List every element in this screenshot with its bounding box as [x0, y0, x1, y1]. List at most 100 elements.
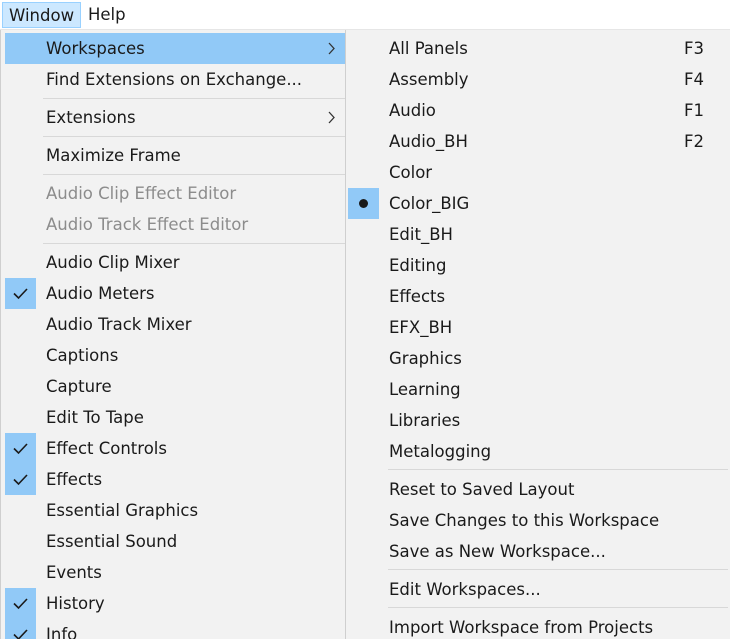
menu-item-essential-graphics[interactable]: Essential Graphics [5, 495, 345, 526]
checkmark-icon [5, 619, 36, 639]
menu-item-label: Color [389, 163, 433, 182]
menu-window[interactable]: Window [2, 2, 82, 28]
menu-item-workspaces[interactable]: Workspaces [5, 33, 345, 64]
menu-item-label: Editing [389, 256, 447, 275]
menu-window-label: Window [9, 6, 75, 25]
workspace-item-learning[interactable]: Learning [348, 374, 728, 405]
menu-item-label: Metalogging [389, 442, 492, 461]
menu-item-label: Captions [46, 346, 119, 365]
menu-item-label: Import Workspace from Projects [389, 618, 654, 637]
shortcut-label: F4 [684, 70, 704, 89]
menu-item-find-extensions[interactable]: Find Extensions on Exchange... [5, 64, 345, 95]
menu-item-label: Audio Track Mixer [46, 315, 192, 334]
menu-item-captions[interactable]: Captions [5, 340, 345, 371]
menu-item-label: Reset to Saved Layout [389, 480, 575, 499]
menu-item-label: Graphics [389, 349, 462, 368]
workspace-item-import-workspace[interactable]: Import Workspace from Projects [348, 612, 728, 639]
menu-bar: Window Help [0, 0, 730, 30]
workspace-item-color-big[interactable]: Color_BIG [348, 188, 728, 219]
menu-item-label: Effects [46, 470, 103, 489]
checkmark-icon [5, 433, 36, 464]
menu-item-label: Learning [389, 380, 461, 399]
workspace-item-edit-workspaces[interactable]: Edit Workspaces... [348, 574, 728, 605]
workspace-item-audio-bh[interactable]: Audio_BH F2 [348, 126, 728, 157]
workspaces-submenu: All Panels F3 Assembly F4 Audio F1 Audio… [346, 30, 730, 639]
menu-item-label: Audio [389, 101, 436, 120]
menu-item-extensions[interactable]: Extensions [5, 102, 345, 133]
menu-separator [388, 607, 728, 608]
menu-item-info[interactable]: Info [5, 619, 345, 639]
menu-separator [388, 569, 728, 570]
menu-item-capture[interactable]: Capture [5, 371, 345, 402]
menu-help[interactable]: Help [82, 2, 132, 28]
menu-item-label: Find Extensions on Exchange... [46, 70, 303, 89]
menu-item-audio-track-effect-editor: Audio Track Effect Editor [5, 209, 345, 240]
menu-item-essential-sound[interactable]: Essential Sound [5, 526, 345, 557]
menu-separator [43, 98, 345, 99]
window-menu: Workspaces Find Extensions on Exchange..… [0, 30, 346, 639]
workspace-item-reset-layout[interactable]: Reset to Saved Layout [348, 474, 728, 505]
menu-separator [43, 174, 345, 175]
workspace-item-edit-bh[interactable]: Edit_BH [348, 219, 728, 250]
submenu-arrow-icon [328, 111, 335, 124]
menu-item-label: Workspaces [46, 39, 145, 58]
workspace-item-editing[interactable]: Editing [348, 250, 728, 281]
shortcut-label: F2 [684, 132, 704, 151]
menu-item-audio-clip-effect-editor: Audio Clip Effect Editor [5, 178, 345, 209]
menu-separator [43, 136, 345, 137]
menu-item-audio-track-mixer[interactable]: Audio Track Mixer [5, 309, 345, 340]
workspace-item-assembly[interactable]: Assembly F4 [348, 64, 728, 95]
menu-item-label: EFX_BH [389, 318, 453, 337]
menu-item-label: Extensions [46, 108, 136, 127]
checkmark-icon [5, 588, 36, 619]
menu-item-label: Color_BIG [389, 194, 470, 213]
menu-item-label: Essential Graphics [46, 501, 199, 520]
menu-item-events[interactable]: Events [5, 557, 345, 588]
menu-separator [43, 243, 345, 244]
menu-item-history[interactable]: History [5, 588, 345, 619]
menu-item-label: Events [46, 563, 102, 582]
menu-item-label: Effect Controls [46, 439, 167, 458]
workspace-item-audio[interactable]: Audio F1 [348, 95, 728, 126]
workspace-item-save-changes[interactable]: Save Changes to this Workspace [348, 505, 728, 536]
menu-item-edit-to-tape[interactable]: Edit To Tape [5, 402, 345, 433]
workspace-item-graphics[interactable]: Graphics [348, 343, 728, 374]
menu-item-label: Save Changes to this Workspace [389, 511, 660, 530]
menu-item-label: Maximize Frame [46, 146, 181, 165]
workspace-item-save-as-new[interactable]: Save as New Workspace... [348, 536, 728, 567]
menu-help-label: Help [88, 5, 126, 24]
menu-item-label: Edit Workspaces... [389, 580, 541, 599]
menu-item-label: Edit To Tape [46, 408, 144, 427]
menu-item-effects[interactable]: Effects [5, 464, 345, 495]
menu-item-label: Audio Meters [46, 284, 155, 303]
menu-item-audio-clip-mixer[interactable]: Audio Clip Mixer [5, 247, 345, 278]
menu-item-label: Assembly [389, 70, 469, 89]
menu-item-audio-meters[interactable]: Audio Meters [5, 278, 345, 309]
menu-item-label: Save as New Workspace... [389, 542, 606, 561]
menu-separator [388, 469, 728, 470]
menu-item-label: History [46, 594, 105, 613]
workspace-item-metalogging[interactable]: Metalogging [348, 436, 728, 467]
workspace-item-libraries[interactable]: Libraries [348, 405, 728, 436]
menu-item-label: Audio Track Effect Editor [46, 215, 249, 234]
menu-item-label: All Panels [389, 39, 468, 58]
menu-item-label: Edit_BH [389, 225, 453, 244]
workspace-item-effects[interactable]: Effects [348, 281, 728, 312]
menu-item-label: Effects [389, 287, 446, 306]
menu-item-effect-controls[interactable]: Effect Controls [5, 433, 345, 464]
shortcut-label: F1 [684, 101, 704, 120]
checkmark-icon [5, 278, 36, 309]
menu-item-maximize-frame[interactable]: Maximize Frame [5, 140, 345, 171]
checkmark-icon [5, 464, 36, 495]
radio-bullet-icon [348, 188, 379, 219]
menu-item-label: Info [46, 625, 78, 639]
menu-item-label: Audio Clip Effect Editor [46, 184, 237, 203]
workspace-item-all-panels[interactable]: All Panels F3 [348, 33, 728, 64]
menu-item-label: Capture [46, 377, 112, 396]
submenu-arrow-icon [328, 42, 335, 55]
workspace-item-efx-bh[interactable]: EFX_BH [348, 312, 728, 343]
workspace-item-color[interactable]: Color [348, 157, 728, 188]
shortcut-label: F3 [684, 39, 704, 58]
menu-item-label: Libraries [389, 411, 461, 430]
menu-item-label: Essential Sound [46, 532, 178, 551]
